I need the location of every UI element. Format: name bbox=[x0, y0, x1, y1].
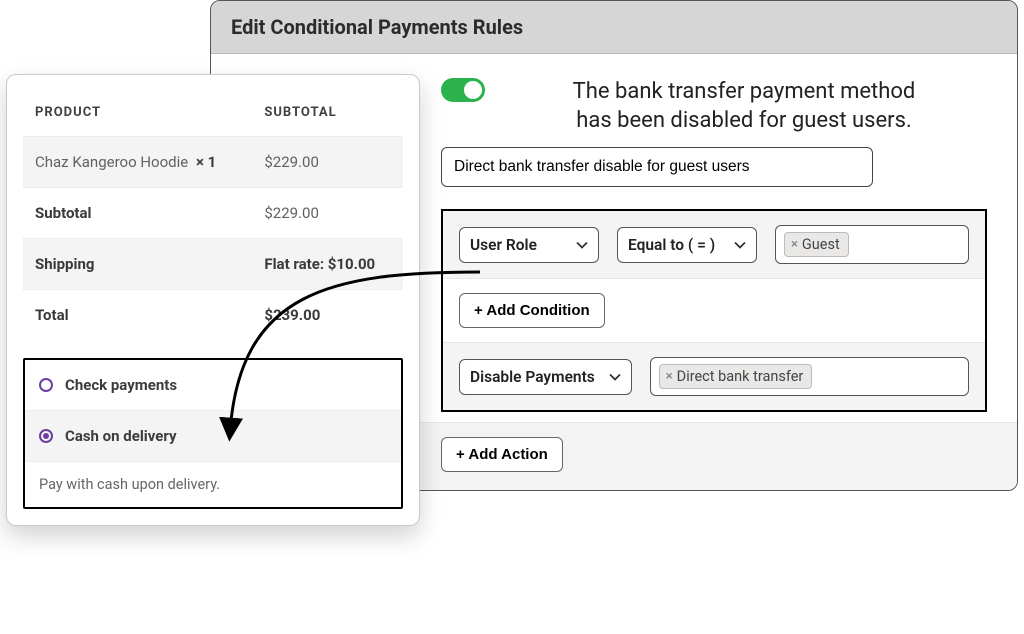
checkout-card: PRODUCT SUBTOTAL Chaz Kangeroo Hoodie × … bbox=[6, 74, 420, 526]
rule-name-input[interactable] bbox=[441, 147, 873, 187]
chevron-down-icon bbox=[609, 371, 621, 383]
payment-option-description: Pay with cash upon delivery. bbox=[25, 462, 401, 507]
condition-operator-label: Equal to ( = ) bbox=[628, 236, 715, 254]
action-value-input[interactable]: × Direct bank transfer bbox=[650, 357, 969, 396]
conditions-and-actions-box: User Role Equal to ( = ) × Guest + Add C… bbox=[441, 209, 987, 412]
headline: The bank transfer payment method has bee… bbox=[441, 72, 987, 141]
action-type-label: Disable Payments bbox=[470, 368, 595, 386]
radio-checked-icon bbox=[39, 429, 53, 443]
headline-line-2: has been disabled for guest users. bbox=[576, 108, 912, 133]
order-subtotal-value: $229.00 bbox=[252, 188, 403, 239]
radio-icon bbox=[39, 378, 53, 392]
payment-option-label: Check payments bbox=[65, 376, 177, 394]
order-item-qty: × 1 bbox=[196, 153, 216, 171]
add-condition-row: + Add Condition bbox=[443, 279, 985, 343]
enable-toggle[interactable] bbox=[441, 78, 485, 102]
action-value-tag[interactable]: × Direct bank transfer bbox=[659, 364, 813, 389]
payment-option-label: Cash on delivery bbox=[65, 427, 177, 445]
condition-value-tag[interactable]: × Guest bbox=[784, 232, 849, 257]
payment-methods-box: Check payments Cash on delivery Pay with… bbox=[23, 358, 403, 509]
payment-option-check[interactable]: Check payments bbox=[25, 360, 401, 411]
order-shipping-row: Shipping Flat rate: $10.00 bbox=[23, 239, 403, 290]
action-type-select[interactable]: Disable Payments bbox=[459, 359, 632, 395]
order-item-row: Chaz Kangeroo Hoodie × 1 $229.00 bbox=[23, 137, 403, 188]
chevron-down-icon bbox=[576, 239, 588, 251]
order-total-label: Total bbox=[23, 290, 252, 341]
order-shipping-label: Shipping bbox=[23, 239, 252, 290]
order-item-name: Chaz Kangeroo Hoodie bbox=[35, 153, 188, 171]
tag-remove-icon[interactable]: × bbox=[791, 237, 798, 252]
payment-option-cod[interactable]: Cash on delivery bbox=[25, 411, 401, 462]
tag-text: Guest bbox=[802, 236, 840, 253]
chevron-down-icon bbox=[734, 239, 746, 251]
headline-line-1: The bank transfer payment method bbox=[573, 79, 916, 104]
order-subtotal-row: Subtotal $229.00 bbox=[23, 188, 403, 239]
condition-field-select[interactable]: User Role bbox=[459, 227, 599, 263]
tag-remove-icon[interactable]: × bbox=[666, 369, 673, 384]
tag-text: Direct bank transfer bbox=[677, 368, 804, 385]
condition-value-input[interactable]: × Guest bbox=[775, 225, 969, 264]
order-shipping-value: Flat rate: $10.00 bbox=[252, 239, 403, 290]
add-action-button[interactable]: + Add Action bbox=[441, 437, 563, 472]
col-subtotal: SUBTOTAL bbox=[252, 89, 403, 137]
order-review-table: PRODUCT SUBTOTAL Chaz Kangeroo Hoodie × … bbox=[23, 89, 403, 340]
order-item-price: $229.00 bbox=[252, 137, 403, 188]
condition-operator-select[interactable]: Equal to ( = ) bbox=[617, 227, 757, 263]
action-row: Disable Payments × Direct bank transfer bbox=[443, 343, 985, 410]
order-subtotal-label: Subtotal bbox=[23, 188, 252, 239]
order-item-name-cell: Chaz Kangeroo Hoodie × 1 bbox=[23, 137, 252, 188]
order-total-value: $239.00 bbox=[252, 290, 403, 341]
panel-title: Edit Conditional Payments Rules bbox=[211, 1, 1017, 54]
add-condition-button[interactable]: + Add Condition bbox=[459, 293, 605, 328]
condition-field-label: User Role bbox=[470, 236, 537, 254]
order-total-row: Total $239.00 bbox=[23, 290, 403, 341]
condition-row: User Role Equal to ( = ) × Guest bbox=[443, 211, 985, 279]
col-product: PRODUCT bbox=[23, 89, 252, 137]
